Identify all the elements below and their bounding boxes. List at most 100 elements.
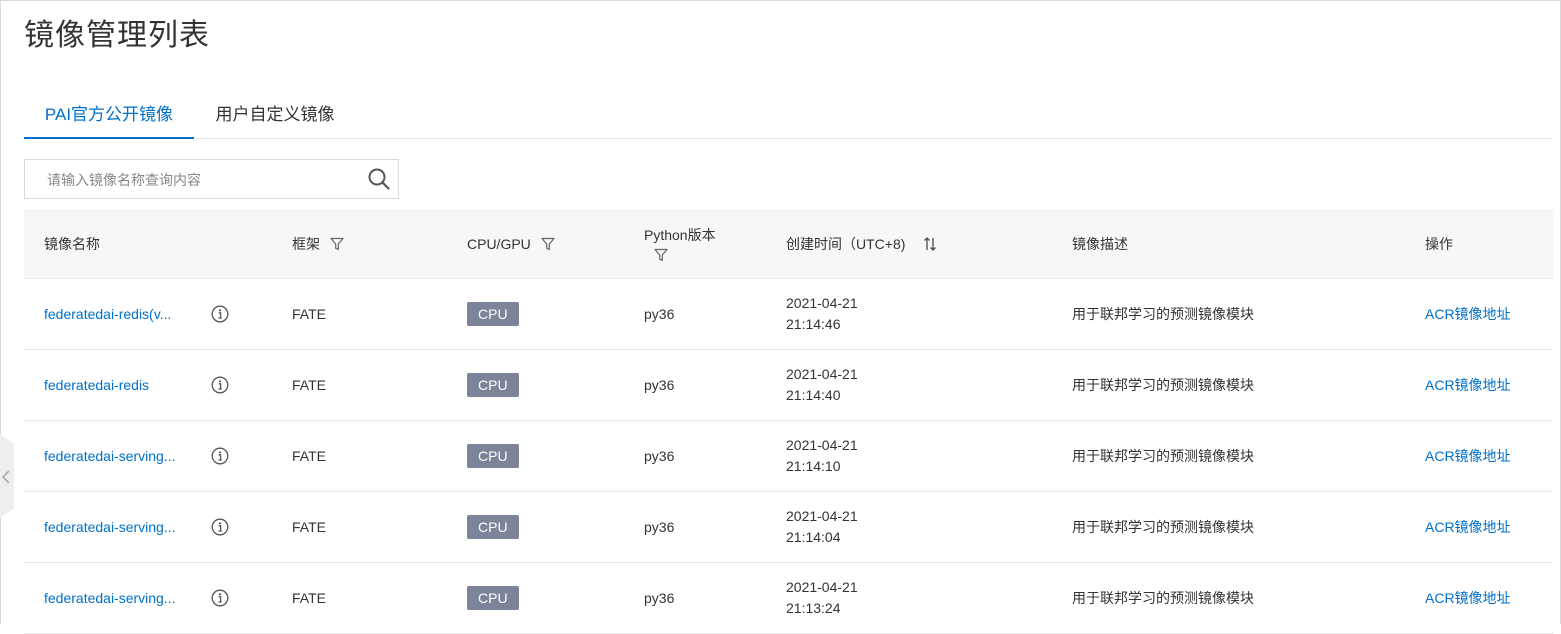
description-cell: 用于联邦学习的预测镜像模块	[1072, 306, 1254, 322]
image-name-link[interactable]: federatedai-redis(v...	[44, 306, 171, 322]
info-cell	[211, 563, 231, 633]
filter-icon[interactable]	[654, 248, 668, 262]
action-cell: ACR镜像地址	[1425, 350, 1511, 420]
image-name-link[interactable]: federatedai-serving...	[44, 590, 176, 606]
header-description: 镜像描述	[1072, 209, 1128, 278]
header-python-label: Python版本	[644, 227, 716, 243]
header-processor: CPU/GPU	[467, 209, 555, 278]
image-name-cell: federatedai-serving...	[44, 563, 189, 633]
info-cell	[211, 350, 231, 420]
created-time: 21:14:40	[786, 387, 841, 403]
created-date: 2021-04-21	[786, 579, 858, 595]
search-icon[interactable]	[368, 168, 390, 190]
filter-icon[interactable]	[330, 237, 344, 251]
tab-custom-images[interactable]: 用户自定义镜像	[194, 90, 356, 138]
processor-badge: CPU	[467, 586, 519, 610]
framework-cell: FATE	[292, 519, 326, 535]
table-row: federatedai-redis FATE CPU py36 2021-04-…	[24, 350, 1553, 421]
created-cell: 2021-04-21 21:14:10	[786, 421, 858, 491]
action-cell: ACR镜像地址	[1425, 279, 1511, 349]
action-cell: ACR镜像地址	[1425, 492, 1511, 562]
processor-badge: CPU	[467, 373, 519, 397]
description-cell: 用于联邦学习的预测镜像模块	[1072, 519, 1254, 535]
created-cell: 2021-04-21 21:14:46	[786, 279, 858, 349]
header-created: 创建时间（UTC+8)	[786, 209, 937, 278]
info-icon[interactable]	[211, 447, 229, 465]
tab-bar: PAI官方公开镜像 用户自定义镜像	[24, 90, 1553, 139]
table-row: federatedai-serving... FATE CPU py36 202…	[24, 492, 1553, 563]
processor-badge: CPU	[467, 302, 519, 326]
framework-cell: FATE	[292, 448, 326, 464]
page-title: 镜像管理列表	[24, 19, 210, 52]
description-cell: 用于联邦学习的预测镜像模块	[1072, 590, 1254, 606]
image-name-link[interactable]: federatedai-redis	[44, 377, 149, 393]
header-processor-label: CPU/GPU	[467, 235, 531, 252]
created-cell: 2021-04-21 21:13:24	[786, 563, 858, 633]
acr-address-link[interactable]: ACR镜像地址	[1425, 446, 1511, 466]
python-cell: py36	[644, 519, 675, 535]
created-time: 21:14:04	[786, 529, 841, 545]
chevron-left-icon	[1, 470, 10, 484]
created-date: 2021-04-21	[786, 508, 858, 524]
header-python: Python版本	[644, 209, 716, 278]
created-cell: 2021-04-21 21:14:04	[786, 492, 858, 562]
python-cell: py36	[644, 448, 675, 464]
sort-icon[interactable]	[923, 236, 937, 252]
image-table: 镜像名称 框架 CPU/GPU Python版本 创建时间（UTC+8) 镜像描…	[24, 209, 1553, 634]
header-framework: 框架	[292, 209, 344, 278]
info-cell	[211, 279, 231, 349]
created-time: 21:14:10	[786, 458, 841, 474]
tab-official-images[interactable]: PAI官方公开镜像	[24, 90, 194, 139]
header-framework-label: 框架	[292, 235, 320, 252]
acr-address-link[interactable]: ACR镜像地址	[1425, 304, 1511, 324]
info-icon[interactable]	[211, 518, 229, 536]
info-cell	[211, 492, 231, 562]
image-name-link[interactable]: federatedai-serving...	[44, 519, 176, 535]
framework-cell: FATE	[292, 590, 326, 606]
image-name-cell: federatedai-serving...	[44, 492, 189, 562]
header-action-label: 操作	[1425, 235, 1453, 252]
created-cell: 2021-04-21 21:14:40	[786, 350, 858, 420]
search-box	[24, 159, 399, 200]
processor-badge: CPU	[467, 515, 519, 539]
info-cell	[211, 421, 231, 491]
header-name-label: 镜像名称	[44, 235, 100, 252]
search-input[interactable]	[45, 160, 369, 200]
sidebar-collapse-handle[interactable]	[0, 434, 14, 518]
header-created-label: 创建时间（UTC+8)	[786, 235, 906, 252]
image-name-cell: federatedai-serving...	[44, 421, 189, 491]
framework-cell: FATE	[292, 377, 326, 393]
table-row: federatedai-serving... FATE CPU py36 202…	[24, 563, 1553, 634]
action-cell: ACR镜像地址	[1425, 563, 1511, 633]
processor-badge: CPU	[467, 444, 519, 468]
info-icon[interactable]	[211, 589, 229, 607]
description-cell: 用于联邦学习的预测镜像模块	[1072, 377, 1254, 393]
framework-cell: FATE	[292, 306, 326, 322]
processor-cell: CPU	[467, 563, 519, 633]
acr-address-link[interactable]: ACR镜像地址	[1425, 588, 1511, 608]
table-row: federatedai-redis(v... FATE CPU py36 202…	[24, 279, 1553, 350]
image-name-link[interactable]: federatedai-serving...	[44, 448, 176, 464]
created-date: 2021-04-21	[786, 366, 858, 382]
created-date: 2021-04-21	[786, 295, 858, 311]
header-description-label: 镜像描述	[1072, 235, 1128, 252]
info-icon[interactable]	[211, 376, 229, 394]
info-icon[interactable]	[211, 305, 229, 323]
table-row: federatedai-serving... FATE CPU py36 202…	[24, 421, 1553, 492]
processor-cell: CPU	[467, 492, 519, 562]
table-header: 镜像名称 框架 CPU/GPU Python版本 创建时间（UTC+8) 镜像描…	[24, 209, 1553, 279]
header-action: 操作	[1425, 209, 1453, 278]
filter-icon[interactable]	[541, 237, 555, 251]
acr-address-link[interactable]: ACR镜像地址	[1425, 375, 1511, 395]
acr-address-link[interactable]: ACR镜像地址	[1425, 517, 1511, 537]
processor-cell: CPU	[467, 279, 519, 349]
image-name-cell: federatedai-redis	[44, 350, 189, 420]
image-name-cell: federatedai-redis(v...	[44, 279, 189, 349]
description-cell: 用于联邦学习的预测镜像模块	[1072, 448, 1254, 464]
processor-cell: CPU	[467, 350, 519, 420]
python-cell: py36	[644, 377, 675, 393]
python-cell: py36	[644, 590, 675, 606]
created-time: 21:14:46	[786, 316, 841, 332]
processor-cell: CPU	[467, 421, 519, 491]
python-cell: py36	[644, 306, 675, 322]
